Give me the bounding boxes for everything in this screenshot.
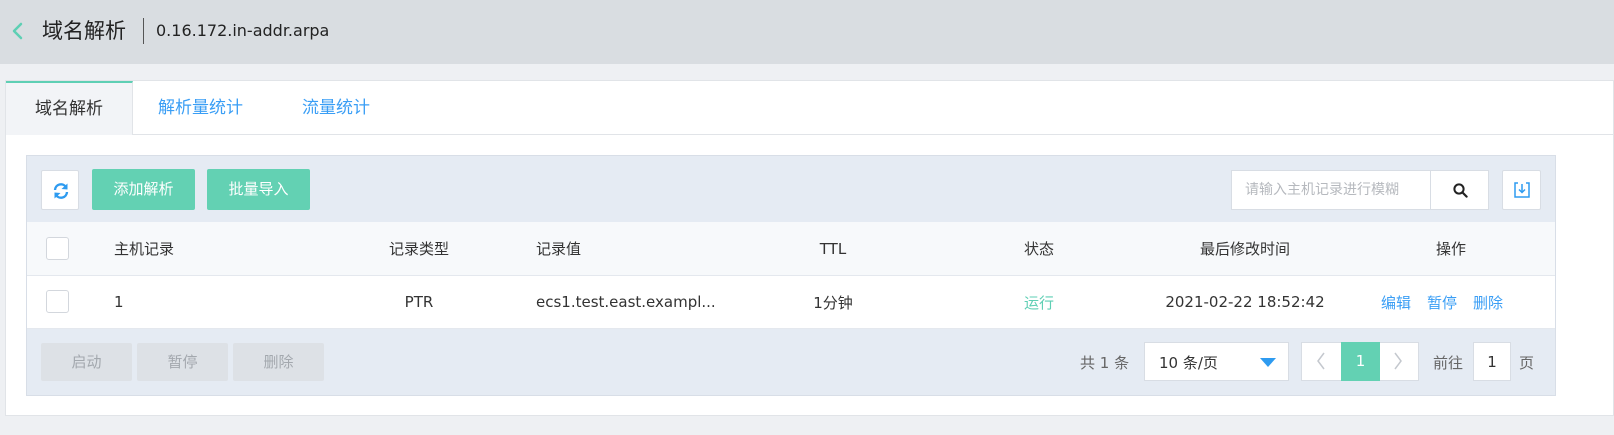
batch-pause-button[interactable]: 暂停 — [137, 343, 228, 381]
tab-bar: 域名解析 解析量统计 流量统计 — [6, 81, 1613, 135]
add-record-button[interactable]: 添加解析 — [92, 169, 195, 210]
column-header-type: 记录类型 — [388, 240, 449, 258]
table-header: 主机记录 记录类型 记录值 TTL 状态 最后修改时间 操作 — [27, 222, 1555, 276]
column-header-ttl: TTL — [819, 239, 847, 258]
table-row: 1 PTR ecs1.test.east.exampl... 1分钟 运行 20… — [27, 276, 1555, 329]
row-checkbox[interactable] — [46, 290, 69, 313]
top-header: 域名解析 0.16.172.in-addr.arpa — [0, 0, 1614, 64]
export-button[interactable] — [1502, 170, 1541, 210]
cell-modified: 2021-02-22 18:52:42 — [1165, 293, 1325, 311]
prev-page-button[interactable] — [1302, 343, 1341, 380]
search-input[interactable] — [1232, 171, 1430, 209]
edit-link[interactable]: 编辑 — [1381, 292, 1411, 313]
select-all-checkbox[interactable] — [46, 237, 69, 260]
column-header-actions: 操作 — [1435, 240, 1466, 258]
chevron-left-icon — [12, 22, 23, 40]
records-table: 主机记录 记录类型 记录值 TTL 状态 最后修改时间 操作 1 PTR ecs… — [27, 222, 1555, 329]
batch-import-button[interactable]: 批量导入 — [207, 169, 310, 210]
download-icon — [1514, 182, 1530, 198]
cell-type: PTR — [404, 293, 434, 311]
chevron-left-icon — [1317, 352, 1325, 370]
status-badge: 运行 — [1023, 293, 1054, 312]
batch-start-button[interactable]: 启动 — [41, 343, 132, 381]
records-card: 添加解析 批量导入 主机记录 记录 — [26, 155, 1556, 396]
column-header-value: 记录值 — [536, 240, 582, 258]
pause-link[interactable]: 暂停 — [1427, 292, 1457, 313]
total-count: 共 1 条 — [1080, 354, 1130, 372]
caret-down-icon — [1260, 358, 1276, 367]
search-box — [1231, 170, 1489, 210]
tab-dns-resolution[interactable]: 域名解析 — [6, 81, 133, 135]
main-panel: 域名解析 解析量统计 流量统计 添加解析 批量导入 请输入主机记录进行模糊 主机… — [5, 80, 1614, 416]
search-icon — [1453, 183, 1468, 198]
page-size-select[interactable]: 10 条/页 — [1144, 342, 1289, 381]
tab-query-stats[interactable]: 解析量统计 — [158, 81, 243, 135]
zone-name: 0.16.172.in-addr.arpa — [156, 21, 330, 40]
pager: 1 — [1301, 342, 1419, 381]
goto-unit: 页 — [1519, 354, 1535, 372]
column-header-modified: 最后修改时间 — [1199, 240, 1290, 258]
title-divider — [143, 18, 144, 44]
page-size-value: 10 条/页 — [1159, 354, 1218, 372]
tab-traffic-stats[interactable]: 流量统计 — [302, 81, 370, 135]
search-button[interactable] — [1430, 171, 1488, 209]
delete-link[interactable]: 删除 — [1473, 292, 1503, 313]
chevron-right-icon — [1394, 352, 1402, 370]
column-header-status: 状态 — [1023, 240, 1054, 258]
batch-delete-button[interactable]: 删除 — [233, 343, 324, 381]
cell-host: 1 — [114, 293, 124, 311]
cell-value: ecs1.test.east.exampl... — [536, 293, 716, 311]
current-page[interactable]: 1 — [1341, 342, 1380, 381]
refresh-button[interactable] — [41, 170, 79, 210]
goto-page-input[interactable] — [1473, 342, 1511, 381]
column-header-host: 主机记录 — [114, 240, 175, 258]
cell-ttl: 1分钟 — [813, 293, 853, 312]
refresh-icon — [53, 183, 69, 199]
goto-label: 前往 — [1433, 354, 1464, 372]
back-button[interactable] — [8, 20, 28, 42]
row-actions: 编辑 暂停 删除 — [1381, 276, 1519, 328]
page-title: 域名解析 — [42, 19, 126, 43]
next-page-button[interactable] — [1379, 343, 1418, 380]
